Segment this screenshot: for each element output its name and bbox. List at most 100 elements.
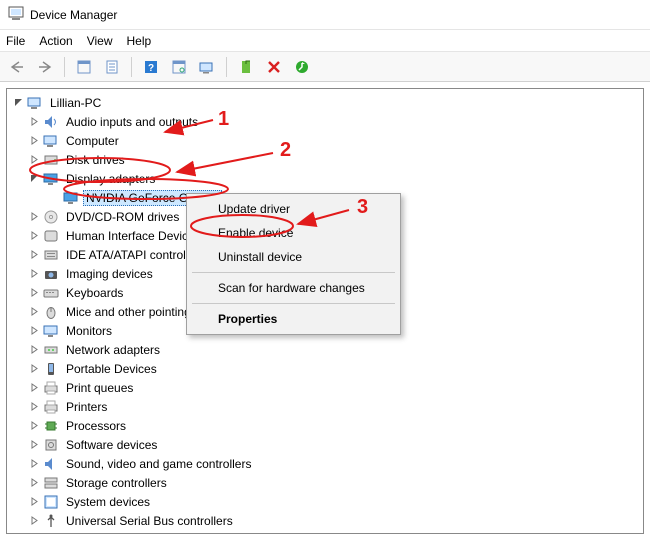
dvd-icon xyxy=(43,209,59,225)
tree-item-label: Imaging devices xyxy=(63,266,156,282)
keyboard-icon xyxy=(43,285,59,301)
expand-icon[interactable] xyxy=(27,267,41,281)
expand-icon[interactable] xyxy=(27,210,41,224)
tree-item-label: Audio inputs and outputs xyxy=(63,114,201,130)
software-icon xyxy=(43,437,59,453)
context-menu-item[interactable]: Scan for hardware changes xyxy=(190,276,397,300)
toolbar: ? xyxy=(0,52,650,82)
refresh-button[interactable] xyxy=(291,56,313,78)
expand-icon[interactable] xyxy=(27,343,41,357)
tree-item[interactable]: Disk drives xyxy=(27,150,643,169)
properties-button[interactable] xyxy=(101,56,123,78)
printer-icon xyxy=(43,399,59,415)
tree-item-label: WSD Print Provider xyxy=(63,532,173,535)
show-hide-tree-button[interactable] xyxy=(73,56,95,78)
tree-item-label: Display adapters xyxy=(63,171,158,187)
disk-icon xyxy=(43,152,59,168)
monitor-icon xyxy=(43,323,59,339)
expand-icon[interactable] xyxy=(27,286,41,300)
tree-item-label: Lillian-PC xyxy=(47,95,104,111)
tree-item[interactable]: Portable Devices xyxy=(27,359,643,378)
mouse-icon xyxy=(43,304,59,320)
tree-item-label: Universal Serial Bus controllers xyxy=(63,513,236,529)
printer-icon xyxy=(43,532,59,535)
toolbar-separator xyxy=(226,57,227,77)
expand-icon[interactable] xyxy=(27,400,41,414)
help-button[interactable]: ? xyxy=(140,56,162,78)
tree-item[interactable]: Display adapters xyxy=(27,169,643,188)
tree-item[interactable]: System devices xyxy=(27,492,643,511)
menu-help[interactable]: Help xyxy=(127,34,152,48)
window-title: Device Manager xyxy=(30,8,117,22)
collapse-icon[interactable] xyxy=(11,96,25,110)
toolbar-separator xyxy=(64,57,65,77)
tree-item[interactable]: Software devices xyxy=(27,435,643,454)
pc-icon xyxy=(27,95,43,111)
tree-item[interactable]: WSD Print Provider xyxy=(27,530,643,534)
menu-view[interactable]: View xyxy=(87,34,113,48)
context-menu-item[interactable]: Update driver xyxy=(190,197,397,221)
update-driver-button[interactable] xyxy=(196,56,218,78)
storage-icon xyxy=(43,475,59,491)
expand-icon[interactable] xyxy=(27,419,41,433)
ide-icon xyxy=(43,247,59,263)
tree-item[interactable]: Audio inputs and outputs xyxy=(27,112,643,131)
forward-button[interactable] xyxy=(34,56,56,78)
tree-item[interactable]: Printers xyxy=(27,397,643,416)
expand-icon[interactable] xyxy=(27,438,41,452)
app-icon xyxy=(8,5,24,24)
tree-item-label: Print queues xyxy=(63,380,136,396)
expand-icon[interactable] xyxy=(27,324,41,338)
usb-icon xyxy=(43,513,59,529)
tree-item[interactable]: Computer xyxy=(27,131,643,150)
tree-item[interactable]: Sound, video and game controllers xyxy=(27,454,643,473)
menubar: File Action View Help xyxy=(0,30,650,52)
expand-icon[interactable] xyxy=(27,495,41,509)
tree-item[interactable]: Processors xyxy=(27,416,643,435)
uninstall-button[interactable] xyxy=(263,56,285,78)
tree-item-label: Printers xyxy=(63,399,110,415)
expand-icon[interactable] xyxy=(27,381,41,395)
toolbar-separator xyxy=(131,57,132,77)
scan-button[interactable] xyxy=(168,56,190,78)
tree-item[interactable]: Storage controllers xyxy=(27,473,643,492)
display-icon xyxy=(63,190,79,206)
expand-icon[interactable] xyxy=(27,362,41,376)
expand-icon[interactable] xyxy=(27,115,41,129)
tree-item-label: Storage controllers xyxy=(63,475,170,491)
context-menu-separator xyxy=(192,272,395,273)
imaging-icon xyxy=(43,266,59,282)
tree-item-label: Keyboards xyxy=(63,285,126,301)
cpu-icon xyxy=(43,418,59,434)
tree-item[interactable]: Universal Serial Bus controllers xyxy=(27,511,643,530)
title-bar: Device Manager xyxy=(0,0,650,30)
expand-icon[interactable] xyxy=(27,153,41,167)
expand-icon[interactable] xyxy=(27,476,41,490)
context-menu-separator xyxy=(192,303,395,304)
collapse-icon[interactable] xyxy=(27,172,41,186)
expand-icon[interactable] xyxy=(27,457,41,471)
system-icon xyxy=(43,494,59,510)
back-button[interactable] xyxy=(6,56,28,78)
tree-item[interactable]: Print queues xyxy=(27,378,643,397)
menu-action[interactable]: Action xyxy=(39,34,72,48)
expand-icon[interactable] xyxy=(27,248,41,262)
tree-item[interactable]: Lillian-PC xyxy=(7,93,643,112)
context-menu-item[interactable]: Enable device xyxy=(190,221,397,245)
expand-icon[interactable] xyxy=(27,533,41,535)
expand-icon[interactable] xyxy=(27,229,41,243)
tree-item-label: Processors xyxy=(63,418,129,434)
expand-icon[interactable] xyxy=(27,514,41,528)
svg-text:?: ? xyxy=(148,63,154,74)
menu-file[interactable]: File xyxy=(6,34,25,48)
tree-item-label: Software devices xyxy=(63,437,160,453)
context-menu-item[interactable]: Uninstall device xyxy=(190,245,397,269)
enable-button[interactable] xyxy=(235,56,257,78)
expand-icon[interactable] xyxy=(27,305,41,319)
tree-item-label: System devices xyxy=(63,494,153,510)
context-menu-item[interactable]: Properties xyxy=(190,307,397,331)
expand-icon[interactable] xyxy=(27,134,41,148)
display-icon xyxy=(43,171,59,187)
tree-item-label: DVD/CD-ROM drives xyxy=(63,209,182,225)
tree-item[interactable]: Network adapters xyxy=(27,340,643,359)
